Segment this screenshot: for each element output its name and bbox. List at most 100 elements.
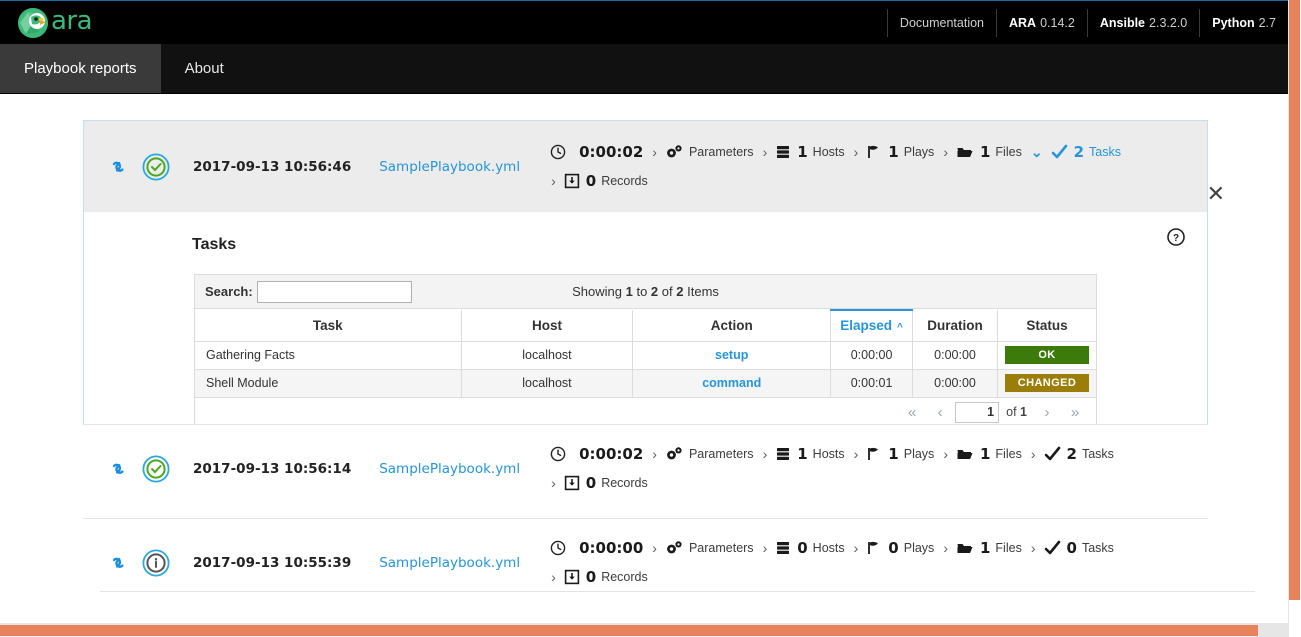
permalink-icon[interactable]	[108, 458, 134, 480]
stat-tasks[interactable]: ⌄ 2 Tasks	[1022, 139, 1121, 166]
cell-host: localhost	[461, 369, 633, 397]
showing-suffix: Items	[687, 284, 719, 299]
pagination-last-button[interactable]: »	[1062, 401, 1088, 423]
stat-files-label: Files	[995, 447, 1021, 461]
ara-version-value: 0.14.2	[1040, 16, 1075, 30]
help-circle-icon[interactable]: ?	[1167, 228, 1185, 251]
stat-tasks[interactable]: › 2 Tasks	[1022, 441, 1114, 468]
stat-parameters-label: Parameters	[689, 145, 754, 159]
cell-action-link[interactable]: setup	[633, 341, 831, 369]
header-item-documentation[interactable]: Documentation	[887, 9, 996, 37]
playbook-name-link[interactable]: SamplePlaybook.yml	[379, 159, 520, 175]
tasks-table: Task Host Action Elapsed^ Duration Statu…	[194, 309, 1097, 398]
stat-plays[interactable]: › 1 Plays	[845, 139, 935, 166]
top-header-bar: ara Documentation ARA 0.14.2 Ansible 2.3…	[0, 0, 1288, 44]
column-header-action[interactable]: Action	[633, 310, 831, 341]
close-icon[interactable]: ✕	[1207, 183, 1225, 205]
tab-playbook-reports[interactable]: Playbook reports	[0, 44, 161, 93]
cell-duration: 0:00:00	[913, 369, 998, 397]
column-header-host[interactable]: Host	[461, 310, 633, 341]
stat-parameters-label: Parameters	[689, 541, 754, 555]
chevron-right-icon: ›	[854, 540, 859, 556]
stat-files[interactable]: › 1 Files	[934, 139, 1022, 166]
tab-about[interactable]: About	[161, 44, 248, 93]
column-header-elapsed-label: Elapsed	[840, 318, 892, 333]
stat-plays-label: Plays	[904, 447, 935, 461]
cell-elapsed: 0:00:00	[831, 341, 913, 369]
server-icon	[775, 540, 791, 556]
permalink-icon[interactable]	[108, 156, 134, 178]
column-header-elapsed[interactable]: Elapsed^	[831, 310, 913, 341]
vertical-scrollbar-thumb[interactable]	[1289, 0, 1300, 600]
stat-records[interactable]: › 0 Records	[550, 168, 1207, 195]
stat-duration: 0:00:02	[550, 139, 643, 166]
flag-icon	[866, 446, 882, 462]
tab-playbook-reports-label: Playbook reports	[24, 60, 137, 77]
stat-parameters[interactable]: › Parameters	[643, 139, 753, 166]
chevron-right-icon: ›	[763, 144, 768, 160]
column-header-status[interactable]: Status	[997, 310, 1096, 341]
playbook-stats-1: 0:00:02 › Parameters › 1	[550, 139, 1207, 195]
stat-tasks-label: Tasks	[1089, 145, 1121, 159]
stat-hosts[interactable]: › 1 Hosts	[754, 441, 845, 468]
header-item-ara-version: ARA 0.14.2	[996, 9, 1087, 37]
playbook-timestamp: 2017-09-13 10:56:46	[193, 159, 351, 175]
folder-icon	[956, 540, 974, 556]
stat-plays-count: 1	[888, 143, 898, 161]
brand-name: ara	[51, 8, 92, 34]
pagination-total-pages: 1	[1020, 405, 1027, 419]
column-header-task[interactable]: Task	[195, 310, 462, 341]
playbook-duration-value: 0:00:02	[579, 445, 643, 463]
stat-plays[interactable]: › 0 Plays	[845, 535, 935, 562]
search-input[interactable]	[257, 281, 412, 303]
brand-logo[interactable]: ara	[18, 8, 92, 38]
stat-records[interactable]: › 0 Records	[550, 470, 1208, 497]
pagination-total: of 1	[1006, 405, 1027, 419]
pagination-first-button[interactable]: «	[899, 401, 925, 423]
stat-tasks-count: 0	[1067, 539, 1077, 557]
header-item-python-version: Python 2.7	[1199, 9, 1288, 37]
stat-records-label: Records	[601, 570, 648, 584]
stat-hosts[interactable]: › 0 Hosts	[754, 535, 845, 562]
vertical-scrollbar[interactable]	[1288, 0, 1301, 637]
flag-icon	[866, 540, 882, 556]
ansible-version-value: 2.3.2.0	[1149, 16, 1187, 30]
pagination-page-input[interactable]	[955, 402, 999, 423]
playbook-row-3[interactable]: 2017-09-13 10:55:39 SamplePlaybook.yml 0…	[83, 518, 1208, 606]
playbook-name-link[interactable]: SamplePlaybook.yml	[379, 461, 520, 477]
stat-records[interactable]: › 0 Records	[550, 564, 1208, 591]
playbook-card-expanded: 2017-09-13 10:56:46 SamplePlaybook.yml 0…	[83, 120, 1208, 443]
stat-files[interactable]: › 1 Files	[934, 535, 1022, 562]
stat-parameters[interactable]: › Parameters	[643, 441, 753, 468]
showing-from: 1	[626, 284, 633, 299]
chevron-right-icon: ›	[551, 173, 556, 189]
chevron-right-icon: ›	[652, 144, 657, 160]
stat-files-count: 1	[980, 445, 990, 463]
pagination-prev-button[interactable]: ‹	[927, 401, 953, 423]
showing-to: 2	[651, 284, 658, 299]
stat-tasks[interactable]: › 0 Tasks	[1022, 535, 1114, 562]
gears-icon	[665, 144, 683, 160]
cell-action-link[interactable]: command	[633, 369, 831, 397]
stat-records-label: Records	[601, 174, 648, 188]
documentation-label: Documentation	[900, 16, 984, 30]
stat-parameters-label: Parameters	[689, 447, 754, 461]
stat-parameters[interactable]: › Parameters	[643, 535, 753, 562]
download-icon	[564, 173, 580, 189]
stat-tasks-count: 2	[1067, 445, 1077, 463]
playbook-name-link[interactable]: SamplePlaybook.yml	[379, 555, 520, 571]
stat-files[interactable]: › 1 Files	[934, 441, 1022, 468]
playbook-row-header-1[interactable]: 2017-09-13 10:56:46 SamplePlaybook.yml 0…	[84, 121, 1207, 212]
pagination-next-button[interactable]: ›	[1034, 401, 1060, 423]
stat-files-count: 1	[980, 143, 990, 161]
stat-records-count: 0	[586, 568, 596, 586]
horizontal-scrollbar-thumb[interactable]	[0, 625, 1258, 636]
horizontal-scrollbar[interactable]	[0, 623, 1288, 637]
playbook-stats-2: 0:00:02 › Parameters › 1 Hosts	[550, 441, 1208, 497]
stat-plays-count: 1	[888, 445, 898, 463]
column-header-duration[interactable]: Duration	[913, 310, 998, 341]
stat-plays[interactable]: › 1 Plays	[845, 441, 935, 468]
permalink-icon[interactable]	[108, 552, 134, 574]
playbook-row-2[interactable]: 2017-09-13 10:56:14 SamplePlaybook.yml 0…	[83, 424, 1208, 512]
stat-hosts[interactable]: › 1 Hosts	[754, 139, 845, 166]
